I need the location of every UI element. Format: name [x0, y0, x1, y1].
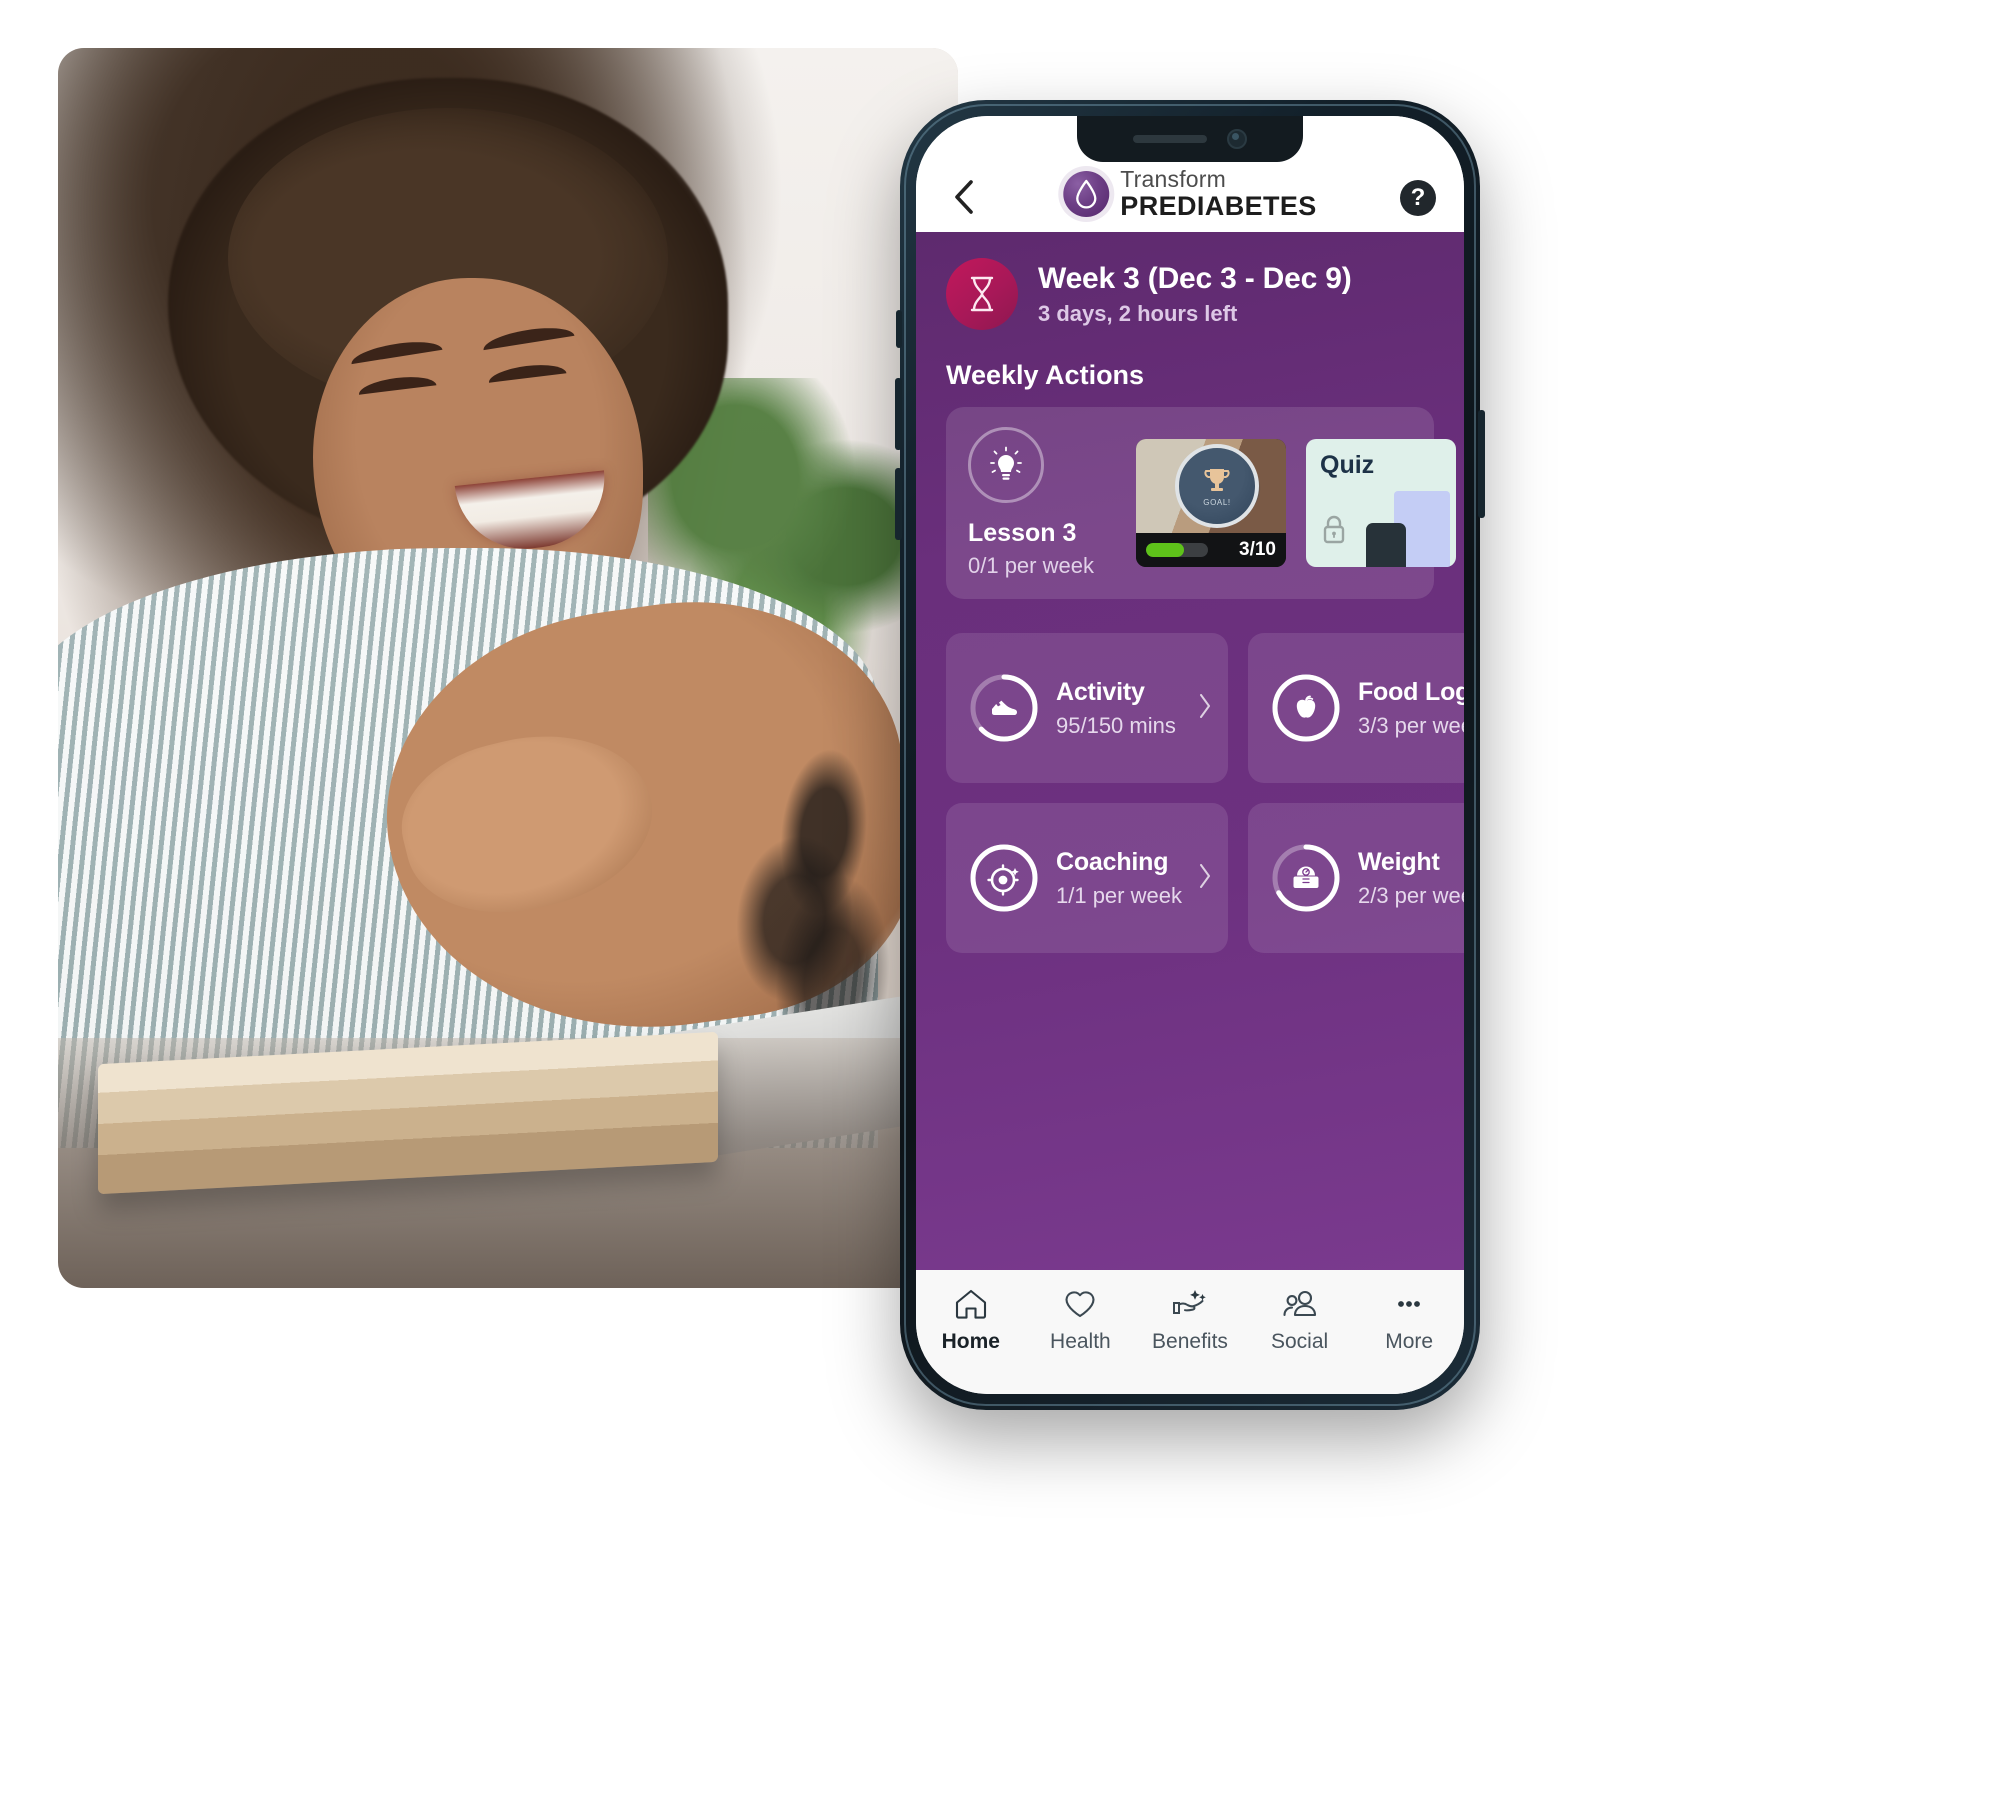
nav-item-health[interactable]: Health: [1026, 1288, 1136, 1354]
nav-label-benefits: Benefits: [1152, 1330, 1228, 1353]
lesson-title: Lesson 3: [968, 519, 1077, 547]
hourglass-glyph: [970, 276, 994, 312]
question-mark-icon: ?: [1410, 184, 1426, 211]
weight-ring-svg: [1272, 844, 1340, 912]
food-log-progress-ring: [1270, 672, 1342, 744]
volume-up-button[interactable]: [895, 378, 902, 450]
phone-mockup: Transform PREDIABETES ? Week 3 (Dec 3 - …: [895, 100, 1485, 1410]
activity-text: Activity 95/150 mins: [1056, 678, 1182, 739]
video-progress-count: 3/10: [1239, 539, 1276, 560]
weekly-actions-title: Weekly Actions: [946, 360, 1145, 390]
volume-down-button[interactable]: [895, 468, 902, 540]
earpiece-speaker: [1133, 135, 1207, 143]
video-preview-image: GOAL!: [1136, 439, 1286, 533]
video-progress-track: [1146, 543, 1208, 557]
nav-item-benefits[interactable]: Benefits: [1135, 1288, 1245, 1354]
home-icon: [955, 1289, 986, 1319]
power-button[interactable]: [1478, 410, 1485, 518]
activity-title: Activity: [1056, 677, 1145, 706]
video-progress-bar: 3/10: [1136, 533, 1286, 567]
coaching-chevron-right-icon: [1198, 863, 1212, 894]
running-shoe-icon: [992, 700, 1017, 715]
food-log-ring-svg: [1272, 674, 1340, 742]
tile-food-log[interactable]: Food Log 3/3 per week: [1247, 633, 1464, 783]
weight-value: 2/3 per week: [1357, 882, 1464, 908]
quiz-card[interactable]: Quiz: [1306, 439, 1456, 567]
brand-name-top: Transform: [1120, 166, 1227, 192]
lock-icon: [1320, 514, 1348, 551]
lesson-card[interactable]: Lesson 3 0/1 per week GOAL! 3/10 Quiz: [946, 407, 1456, 599]
target-sparkle-icon: [987, 864, 1019, 896]
nav-label-home: Home: [941, 1330, 1000, 1353]
weight-progress-ring: [1270, 842, 1342, 914]
week-time-left: 3 days, 2 hours left: [1038, 300, 1238, 326]
ellipsis-icon: [1398, 1301, 1421, 1307]
hero-photo: [58, 48, 958, 1288]
phone-notch: [1077, 116, 1303, 162]
tile-weight[interactable]: Weight 2/3 per week: [1247, 803, 1464, 953]
food-log-text: Food Log 3/3 per week: [1358, 678, 1464, 739]
lightbulb-glyph: [990, 446, 1022, 480]
nav-item-more[interactable]: More: [1354, 1288, 1464, 1354]
app-content: Week 3 (Dec 3 - Dec 9) 3 days, 2 hours l…: [916, 232, 1464, 1270]
week-title: Week 3 (Dec 3 - Dec 9): [1038, 261, 1352, 295]
coaching-text: Coaching 1/1 per week: [1056, 848, 1182, 909]
tattoo-decor: [703, 738, 933, 1038]
activity-value: 95/150 mins: [1056, 712, 1176, 738]
coaching-value: 1/1 per week: [1056, 882, 1182, 908]
nav-item-social[interactable]: Social: [1245, 1288, 1355, 1354]
mute-switch[interactable]: [896, 310, 902, 348]
quiz-decor-dark: [1366, 523, 1406, 567]
weight-text: Weight 2/3 per week: [1358, 848, 1464, 909]
week-banner: Week 3 (Dec 3 - Dec 9) 3 days, 2 hours l…: [946, 258, 1434, 330]
quiz-label: Quiz: [1320, 451, 1375, 479]
back-button[interactable]: [944, 178, 982, 216]
brand-text: Transform PREDIABETES: [1120, 168, 1316, 220]
people-icon: [1283, 1290, 1316, 1317]
nav-label-social: Social: [1270, 1330, 1329, 1353]
hourglass-icon: [946, 258, 1018, 330]
apple-icon: [1296, 695, 1316, 718]
chevron-left-icon: [955, 180, 973, 214]
weight-scale-icon: [1293, 866, 1319, 888]
nav-label-more: More: [1385, 1330, 1434, 1353]
hand-sparkle-icon: [1172, 1290, 1206, 1314]
phone-screen: Transform PREDIABETES ? Week 3 (Dec 3 - …: [916, 116, 1464, 1394]
tile-coaching[interactable]: Coaching 1/1 per week: [946, 803, 1228, 953]
activity-progress-ring: [968, 672, 1040, 744]
front-camera-icon: [1227, 129, 1247, 149]
coaching-progress-ring: [968, 842, 1040, 914]
watch-goal-label: GOAL!: [1203, 497, 1231, 507]
water-drop-glyph: [1076, 179, 1097, 209]
heart-icon: [1065, 1291, 1095, 1318]
food-log-title: Food Log: [1357, 677, 1464, 706]
lock-glyph: [1323, 515, 1345, 544]
metric-tiles: Activity 95/150 mins Food Log 3/3 per we…: [946, 633, 1464, 953]
brand-name-bottom: PREDIABETES: [1120, 191, 1317, 221]
coaching-ring-svg: [970, 844, 1038, 912]
trophy-glyph: [1204, 468, 1230, 491]
page-root: Transform PREDIABETES ? Week 3 (Dec 3 - …: [0, 0, 2000, 1811]
week-banner-text: Week 3 (Dec 3 - Dec 9) 3 days, 2 hours l…: [1038, 262, 1352, 327]
lesson-frequency: 0/1 per week: [968, 553, 1094, 578]
activity-chevron-right-icon: [1198, 693, 1212, 724]
video-progress-fill: [1146, 543, 1185, 557]
lesson-video-thumbnail[interactable]: GOAL! 3/10: [1136, 439, 1286, 567]
coaching-title: Coaching: [1056, 847, 1169, 876]
water-drop-icon: [1063, 171, 1110, 217]
help-button[interactable]: ?: [1400, 180, 1436, 216]
food-log-value: 3/3 per week: [1357, 712, 1464, 738]
nav-item-home[interactable]: Home: [916, 1288, 1026, 1354]
tile-activity[interactable]: Activity 95/150 mins: [946, 633, 1228, 783]
nav-label-health: Health: [1050, 1330, 1111, 1353]
phone-body: Transform PREDIABETES ? Week 3 (Dec 3 - …: [895, 100, 1485, 1410]
lightbulb-icon: [968, 427, 1044, 503]
smartwatch-trophy-icon: GOAL!: [1175, 444, 1259, 528]
activity-ring-svg: [970, 674, 1038, 742]
bottom-navigation: Home Health Benefits Social More: [916, 1270, 1464, 1394]
lesson-info: Lesson 3 0/1 per week: [968, 427, 1116, 579]
weight-title: Weight: [1357, 847, 1440, 876]
brand-lockup: Transform PREDIABETES: [1063, 168, 1316, 220]
